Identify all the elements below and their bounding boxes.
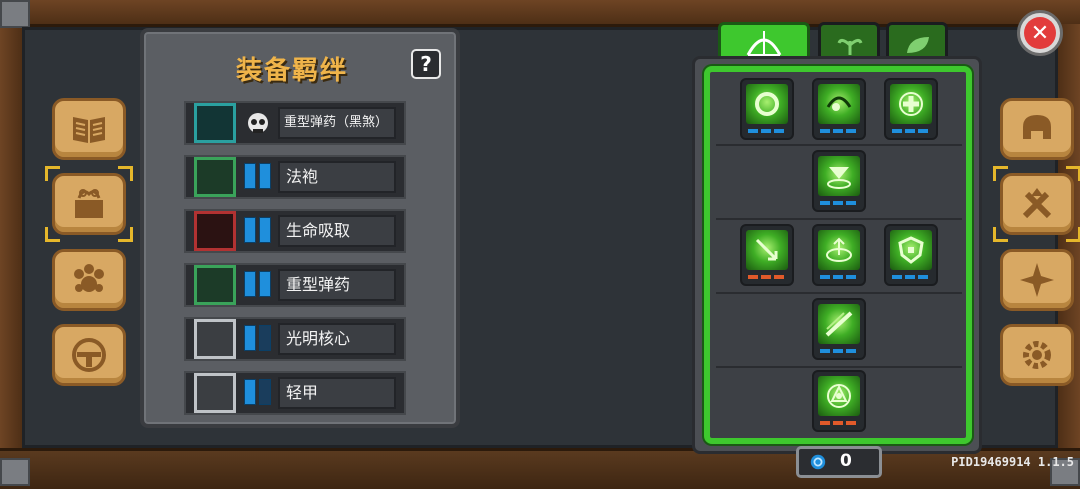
tab-settings[interactable] bbox=[1000, 324, 1074, 386]
tab-tome[interactable] bbox=[52, 173, 126, 235]
version-label: PID19469914 1.1.5 bbox=[951, 455, 1074, 469]
tab-pets[interactable] bbox=[52, 249, 126, 311]
tome-icon bbox=[75, 189, 103, 218]
currency-value: 0 bbox=[840, 451, 852, 471]
shield-skill-icon[interactable] bbox=[884, 224, 938, 286]
helmet-icon bbox=[1023, 115, 1051, 139]
frame-corner bbox=[0, 0, 30, 28]
bond-label: 重型弹药（黑煞） bbox=[278, 107, 396, 139]
bond-level bbox=[244, 323, 274, 353]
light-armor-icon bbox=[194, 373, 236, 413]
tab-shield[interactable] bbox=[52, 324, 126, 386]
tab-helmet[interactable] bbox=[1000, 98, 1074, 160]
pawprint-icon bbox=[74, 264, 104, 292]
compass-icon bbox=[1020, 263, 1054, 297]
frame-corner bbox=[0, 458, 30, 486]
gem-icon bbox=[810, 454, 826, 470]
rune-skill-icon[interactable] bbox=[812, 370, 866, 432]
sprout-icon bbox=[837, 38, 863, 55]
heavy-ammo-icon bbox=[194, 265, 236, 305]
bond-level bbox=[244, 377, 274, 407]
close-button[interactable]: ✕ bbox=[1017, 10, 1063, 56]
book-icon bbox=[73, 117, 105, 143]
target-skill-icon[interactable] bbox=[812, 224, 866, 286]
bond-label: 轻甲 bbox=[278, 377, 396, 409]
leaf-icon bbox=[907, 37, 929, 53]
wood-frame-left bbox=[0, 24, 22, 448]
tab-weapon-upgrade[interactable] bbox=[1000, 173, 1074, 235]
bond-label: 生命吸取 bbox=[278, 215, 396, 247]
gear-icon bbox=[1023, 341, 1051, 369]
shield-icon bbox=[72, 338, 106, 372]
help-button[interactable]: ? bbox=[411, 49, 441, 79]
arrow-skill-icon[interactable] bbox=[740, 224, 794, 286]
dash-skill-icon[interactable] bbox=[812, 298, 866, 360]
tab-book[interactable] bbox=[52, 98, 126, 160]
orb-skill-icon[interactable] bbox=[812, 78, 866, 140]
weapon-upgrade-icon bbox=[1022, 188, 1052, 219]
magic-robe-icon bbox=[194, 157, 236, 197]
bond-label: 重型弹药 bbox=[278, 269, 396, 301]
heal-skill-icon[interactable] bbox=[884, 78, 938, 140]
bond-level bbox=[244, 269, 274, 299]
bond-label: 光明核心 bbox=[278, 323, 396, 355]
bond-label: 法袍 bbox=[278, 161, 396, 193]
bond-level bbox=[244, 215, 274, 245]
bond-level bbox=[244, 161, 274, 191]
ring-skill-icon[interactable] bbox=[740, 78, 794, 140]
close-icon: ✕ bbox=[1024, 17, 1056, 49]
light-core-icon bbox=[194, 319, 236, 359]
skull-icon bbox=[248, 113, 268, 133]
downward-burst-icon[interactable] bbox=[812, 150, 866, 212]
tab-compass[interactable] bbox=[1000, 249, 1074, 311]
panel-title: 装备羁绊 bbox=[236, 56, 349, 86]
bow-icon bbox=[746, 31, 782, 57]
wood-frame-bottom bbox=[0, 448, 1080, 489]
life-drain-icon bbox=[194, 211, 236, 251]
heavy-ammo-black-icon bbox=[194, 103, 236, 143]
